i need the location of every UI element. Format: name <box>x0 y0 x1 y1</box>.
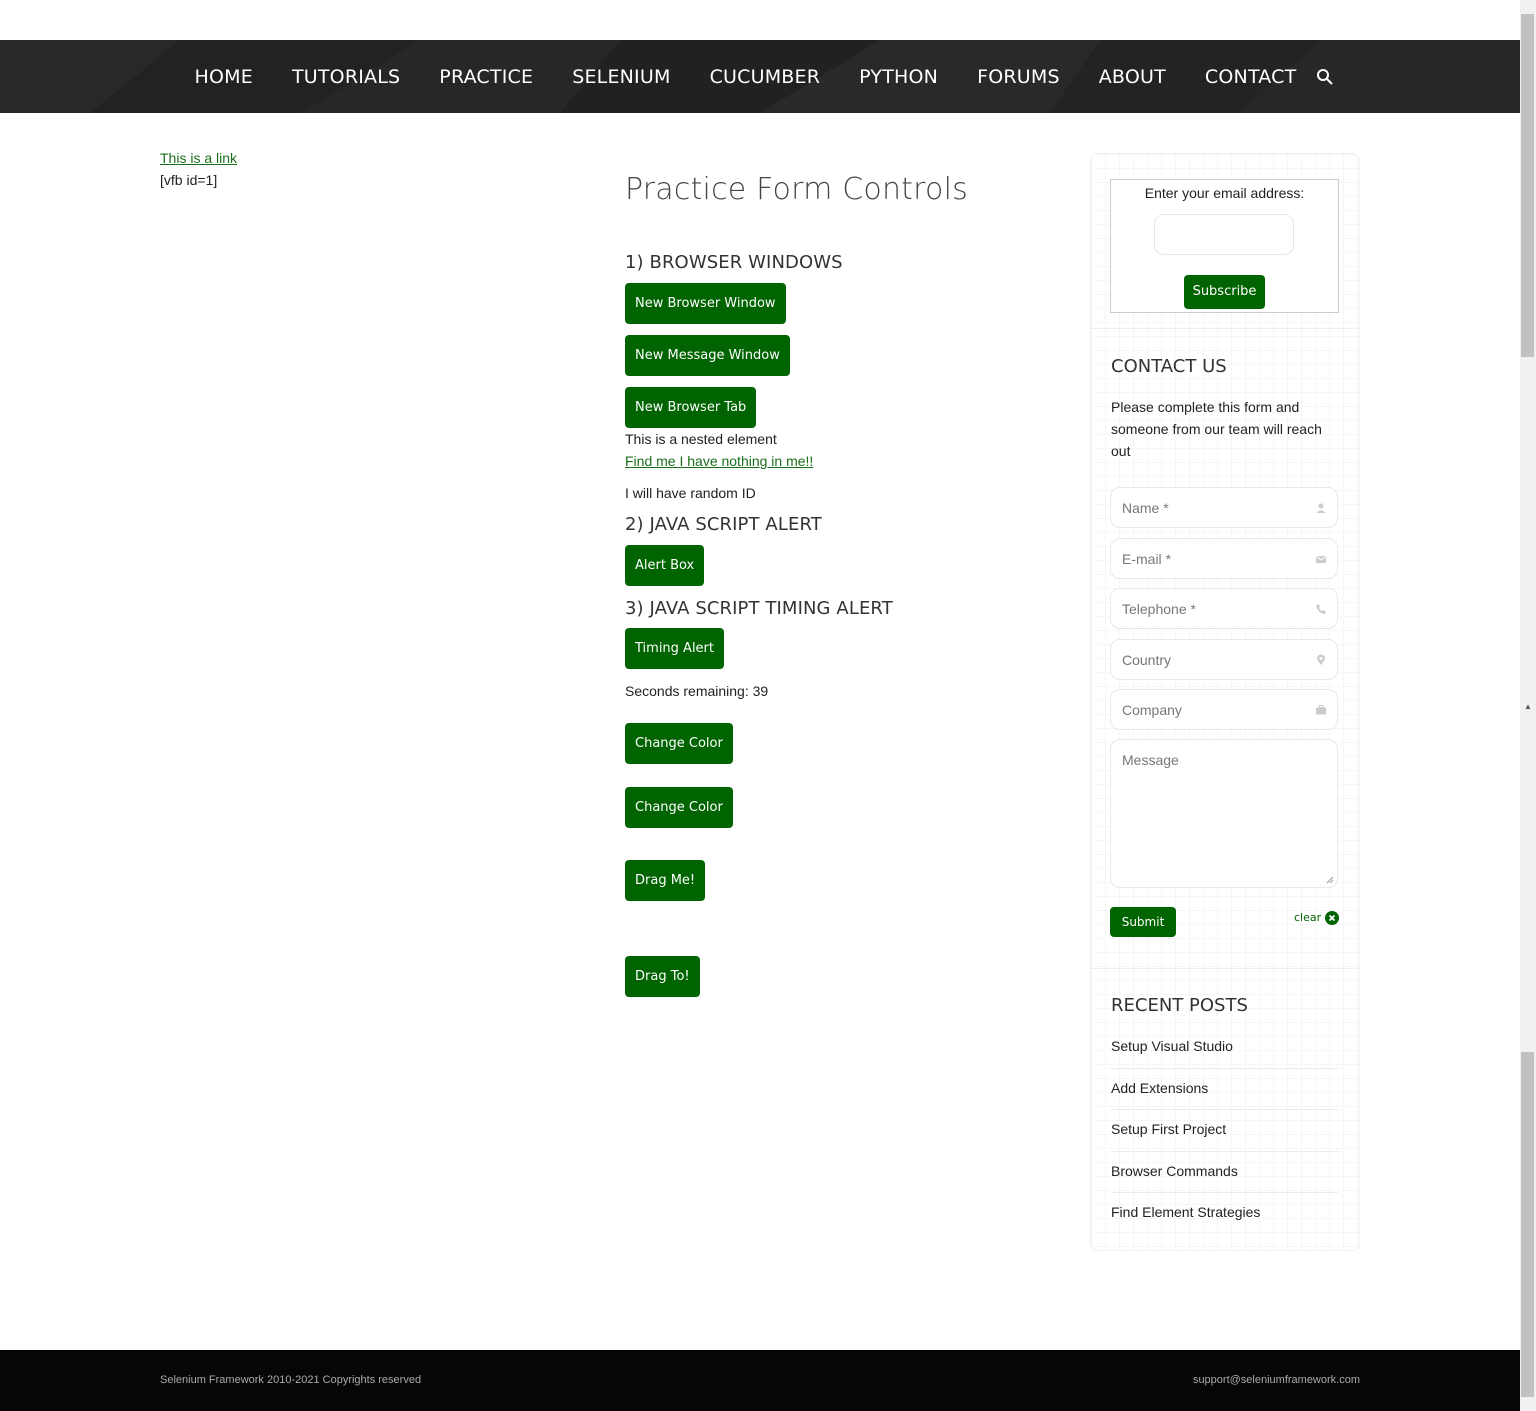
nav-item-about[interactable]: ABOUT <box>1079 66 1185 88</box>
section-javascript-alert: 2) JAVA SCRIPT ALERT <box>625 514 822 535</box>
nav-item-contact[interactable]: CONTACT <box>1185 66 1316 88</box>
alert-box-button[interactable]: Alert Box <box>625 545 705 586</box>
recent-posts-heading: RECENT POSTS <box>1111 995 1248 1016</box>
telephone-field[interactable]: Telephone * <box>1110 588 1338 629</box>
nav-item-python[interactable]: PYTHON <box>840 66 958 88</box>
subscribe-label: Enter your email address: <box>1144 185 1305 201</box>
nav-item-practice[interactable]: PRACTICE <box>420 66 553 88</box>
recent-post-link[interactable]: Browser Commands <box>1111 1163 1238 1179</box>
seconds-remaining-text: Seconds remaining: 39 <box>625 683 769 699</box>
footer-copyright: Selenium Framework 2010-2021 Copyrights … <box>160 1374 422 1386</box>
drag-to-target[interactable]: Drag To! <box>625 956 700 997</box>
nav-menu: HOME TUTORIALS PRACTICE SELENIUM CUCUMBE… <box>175 40 1316 113</box>
new-browser-tab-button[interactable]: New Browser Tab <box>625 387 757 428</box>
recent-post-link[interactable]: Setup Visual Studio <box>1111 1038 1233 1054</box>
message-placeholder: Message <box>1122 752 1179 768</box>
nav-item-selenium[interactable]: SELENIUM <box>553 66 690 88</box>
search-icon[interactable] <box>1316 68 1334 86</box>
email-field[interactable]: E-mail * <box>1110 538 1338 579</box>
clear-link[interactable]: clear <box>1294 911 1321 924</box>
subscribe-button[interactable]: Subscribe <box>1184 275 1265 309</box>
subscribe-email-input[interactable] <box>1154 214 1294 255</box>
country-placeholder: Country <box>1122 652 1172 668</box>
name-field[interactable]: Name * <box>1110 487 1338 528</box>
scrollbar-thumb-bottom[interactable] <box>1521 1052 1534 1397</box>
country-field[interactable]: Country <box>1110 639 1338 680</box>
nav-item-home[interactable]: HOME <box>175 66 272 88</box>
top-navbar: HOME TUTORIALS PRACTICE SELENIUM CUCUMBE… <box>0 40 1520 113</box>
page-footer: Selenium Framework 2010-2021 Copyrights … <box>0 1350 1520 1411</box>
post-separator <box>1111 1151 1338 1152</box>
name-placeholder: Name * <box>1122 500 1169 516</box>
find-me-link[interactable]: Find me I have nothing in me!! <box>625 453 813 469</box>
scrollbar-thumb-top[interactable] <box>1521 14 1534 357</box>
nav-item-forums[interactable]: FORUMS <box>958 66 1080 88</box>
clear-x-icon[interactable] <box>1325 911 1339 925</box>
message-textarea[interactable]: Message <box>1110 739 1338 888</box>
email-placeholder: E-mail * <box>1122 551 1172 567</box>
recent-post-link[interactable]: Find Element Strategies <box>1111 1204 1260 1220</box>
new-message-window-button[interactable]: New Message Window <box>625 335 790 376</box>
nested-element-text: This is a nested element <box>625 431 777 447</box>
post-separator <box>1111 1192 1338 1193</box>
page-title: Practice Form Controls <box>625 172 968 207</box>
map-pin-icon <box>1317 654 1325 665</box>
contact-us-heading: CONTACT US <box>1111 356 1227 377</box>
telephone-placeholder: Telephone * <box>1122 601 1196 617</box>
phone-icon <box>1316 604 1326 614</box>
recent-post-link[interactable]: Add Extensions <box>1111 1080 1208 1096</box>
nav-item-cucumber[interactable]: CUCUMBER <box>690 66 840 88</box>
change-color-button-1[interactable]: Change Color <box>625 723 733 764</box>
envelope-icon <box>1315 555 1327 563</box>
footer-support-email[interactable]: support@seleniumframework.com <box>1193 1374 1360 1386</box>
vfb-shortcode-text: [vfb id=1] <box>160 172 218 188</box>
section-javascript-timing-alert: 3) JAVA SCRIPT TIMING ALERT <box>625 598 893 619</box>
section-browser-windows: 1) BROWSER WINDOWS <box>625 252 843 273</box>
company-placeholder: Company <box>1122 702 1182 718</box>
random-id-text: I will have random ID <box>625 485 756 501</box>
nav-item-tutorials[interactable]: TUTORIALS <box>272 66 419 88</box>
post-separator <box>1111 1109 1338 1110</box>
change-color-button-2[interactable]: Change Color <box>625 787 733 828</box>
new-browser-window-button[interactable]: New Browser Window <box>625 283 786 324</box>
sidebar-divider <box>1091 328 1359 329</box>
contact-submit-button[interactable]: Submit <box>1110 907 1176 937</box>
user-icon <box>1316 503 1326 513</box>
sidebar-divider <box>1091 968 1359 969</box>
resize-handle-icon[interactable] <box>1326 876 1334 884</box>
scrollbar-up-arrow[interactable]: ▲ <box>1520 700 1536 714</box>
company-field[interactable]: Company <box>1110 689 1338 730</box>
this-is-a-link[interactable]: This is a link <box>160 150 237 166</box>
post-separator <box>1111 1068 1338 1069</box>
timing-alert-button[interactable]: Timing Alert <box>625 628 724 669</box>
contact-us-text: Please complete this form and someone fr… <box>1111 399 1322 459</box>
recent-post-link[interactable]: Setup First Project <box>1111 1121 1226 1137</box>
drag-me-button[interactable]: Drag Me! <box>625 860 706 901</box>
briefcase-icon <box>1316 705 1326 715</box>
